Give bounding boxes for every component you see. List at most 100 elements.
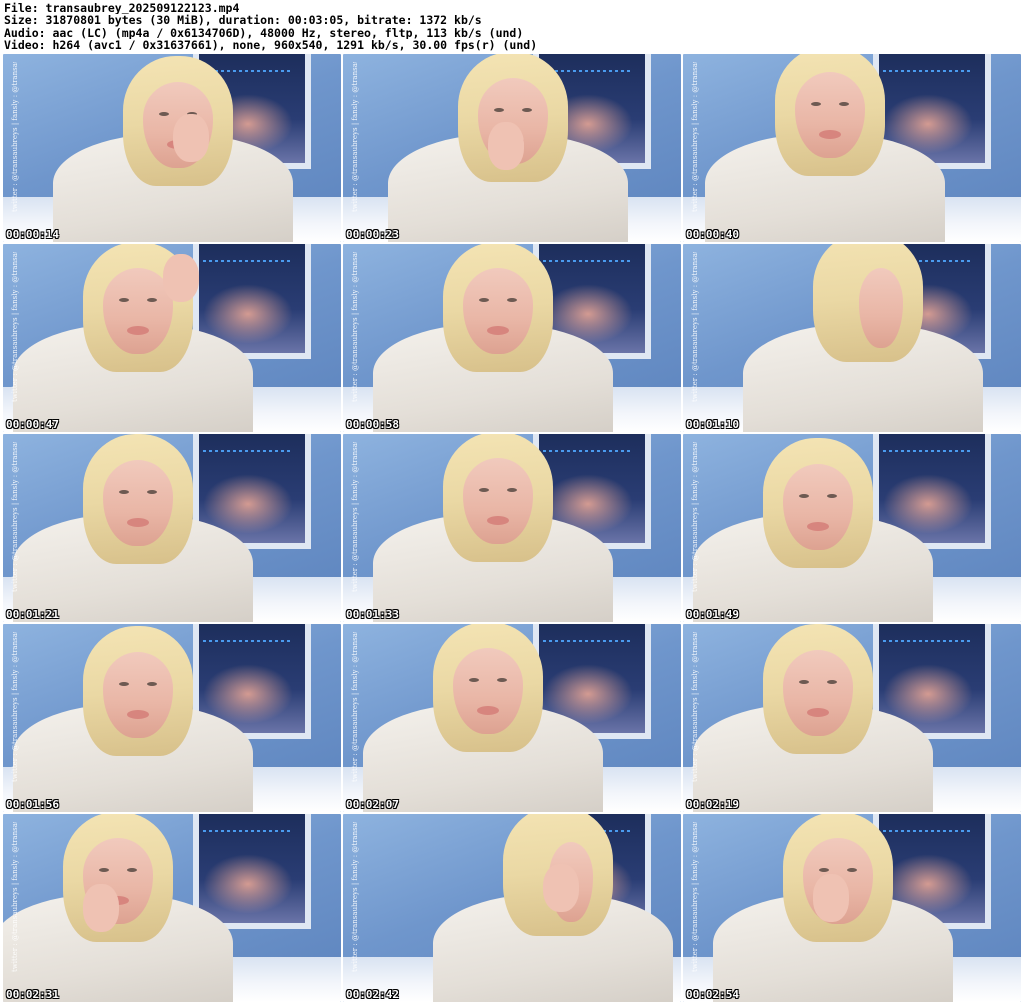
thumbnail-frame[interactable]: twitter : @transaubreys | fansly : @tran…: [3, 54, 341, 242]
timestamp-label: 00:02:07: [346, 798, 399, 811]
window-glow: [203, 284, 293, 344]
hand: [83, 884, 119, 932]
left-eye: [469, 678, 479, 682]
thumbnail-frame[interactable]: twitter : @transaubreys | fansly : @tran…: [343, 624, 681, 812]
thumbnail-frame[interactable]: twitter : @transaubreys | fansly : @tran…: [683, 434, 1021, 622]
left-eye: [819, 868, 829, 872]
timestamp-label: 00:01:21: [6, 608, 59, 621]
lips: [127, 326, 149, 335]
watermark-text: twitter : @transaubreys | fansly : @tran…: [351, 632, 359, 782]
thumbnail-frame[interactable]: twitter : @transaubreys | fansly : @tran…: [343, 814, 681, 1002]
watermark-text: twitter : @transaubreys | fansly : @tran…: [11, 252, 19, 402]
thumbnail-frame[interactable]: twitter : @transaubreys | fansly : @tran…: [343, 54, 681, 242]
lips: [127, 518, 149, 527]
right-eye: [847, 868, 857, 872]
timestamp-label: 00:01:33: [346, 608, 399, 621]
thumbnail-frame[interactable]: twitter : @transaubreys | fansly : @tran…: [3, 244, 341, 432]
face: [103, 652, 173, 738]
right-eye: [507, 298, 517, 302]
watermark-text: twitter : @transaubreys | fansly : @tran…: [691, 442, 699, 592]
right-eye: [147, 682, 157, 686]
timestamp-label: 00:02:31: [6, 988, 59, 1001]
lips: [807, 522, 829, 531]
left-eye: [119, 298, 129, 302]
face: [859, 268, 903, 348]
led-strip: [543, 260, 633, 262]
led-strip: [543, 640, 633, 642]
led-strip: [883, 450, 973, 452]
hand: [163, 254, 199, 302]
right-eye: [147, 298, 157, 302]
window-glow: [883, 664, 973, 724]
thumbnail-frame[interactable]: twitter : @transaubreys | fansly : @tran…: [683, 624, 1021, 812]
watermark-text: twitter : @transaubreys | fansly : @tran…: [691, 62, 699, 212]
left-eye: [479, 298, 489, 302]
thumbnail-frame[interactable]: twitter : @transaubreys | fansly : @tran…: [3, 814, 341, 1002]
watermark-text: twitter : @transaubreys | fansly : @tran…: [11, 632, 19, 782]
led-strip: [203, 450, 293, 452]
timestamp-label: 00:00:58: [346, 418, 399, 431]
lips: [127, 710, 149, 719]
lips: [487, 326, 509, 335]
timestamp-label: 00:01:56: [6, 798, 59, 811]
left-eye: [119, 490, 129, 494]
window-glow: [203, 664, 293, 724]
thumbnail-frame[interactable]: twitter : @transaubreys | fansly : @tran…: [683, 244, 1021, 432]
timestamp-label: 00:00:47: [6, 418, 59, 431]
timestamp-label: 00:00:14: [6, 228, 59, 241]
thumbnail-frame[interactable]: twitter : @transaubreys | fansly : @tran…: [3, 434, 341, 622]
timestamp-label: 00:02:54: [686, 988, 739, 1001]
led-strip: [883, 640, 973, 642]
led-strip: [203, 640, 293, 642]
window-glow: [883, 474, 973, 534]
right-eye: [522, 108, 532, 112]
face: [463, 458, 533, 544]
face: [103, 460, 173, 546]
left-eye: [119, 682, 129, 686]
window-glow: [203, 474, 293, 534]
window-glow: [203, 854, 293, 914]
led-strip: [883, 830, 973, 832]
led-strip: [883, 70, 973, 72]
timestamp-label: 00:01:49: [686, 608, 739, 621]
right-eye: [827, 494, 837, 498]
watermark-text: twitter : @transaubreys | fansly : @tran…: [351, 822, 359, 972]
left-eye: [159, 112, 169, 116]
watermark-text: twitter : @transaubreys | fansly : @tran…: [11, 822, 19, 972]
thumbnail-frame[interactable]: twitter : @transaubreys | fansly : @tran…: [343, 434, 681, 622]
face: [453, 648, 523, 734]
led-strip: [203, 260, 293, 262]
right-eye: [507, 488, 517, 492]
hand: [543, 864, 579, 912]
watermark-text: twitter : @transaubreys | fansly : @tran…: [691, 632, 699, 782]
timestamp-label: 00:02:42: [346, 988, 399, 1001]
timestamp-label: 00:00:23: [346, 228, 399, 241]
left-eye: [479, 488, 489, 492]
thumbnail-frame[interactable]: twitter : @transaubreys | fansly : @tran…: [683, 814, 1021, 1002]
left-eye: [494, 108, 504, 112]
hand: [488, 122, 524, 170]
left-eye: [799, 494, 809, 498]
watermark-text: twitter : @transaubreys | fansly : @tran…: [691, 252, 699, 402]
watermark-text: twitter : @transaubreys | fansly : @tran…: [351, 252, 359, 402]
thumbnail-frame[interactable]: twitter : @transaubreys | fansly : @tran…: [343, 244, 681, 432]
watermark-text: twitter : @transaubreys | fansly : @tran…: [351, 442, 359, 592]
right-eye: [827, 680, 837, 684]
lips: [819, 130, 841, 139]
timestamp-label: 00:02:19: [686, 798, 739, 811]
hand: [813, 874, 849, 922]
face: [463, 268, 533, 354]
left-eye: [799, 680, 809, 684]
right-eye: [147, 490, 157, 494]
lips: [487, 516, 509, 525]
lips: [807, 708, 829, 717]
face: [795, 72, 865, 158]
timestamp-label: 00:01:10: [686, 418, 739, 431]
thumbnail-frame[interactable]: twitter : @transaubreys | fansly : @tran…: [683, 54, 1021, 242]
face: [783, 464, 853, 550]
watermark-text: twitter : @transaubreys | fansly : @tran…: [11, 442, 19, 592]
thumbnail-frame[interactable]: twitter : @transaubreys | fansly : @tran…: [3, 624, 341, 812]
watermark-text: twitter : @transaubreys | fansly : @tran…: [691, 822, 699, 972]
thumbnail-grid: twitter : @transaubreys | fansly : @tran…: [0, 0, 1024, 1003]
hand: [173, 114, 209, 162]
